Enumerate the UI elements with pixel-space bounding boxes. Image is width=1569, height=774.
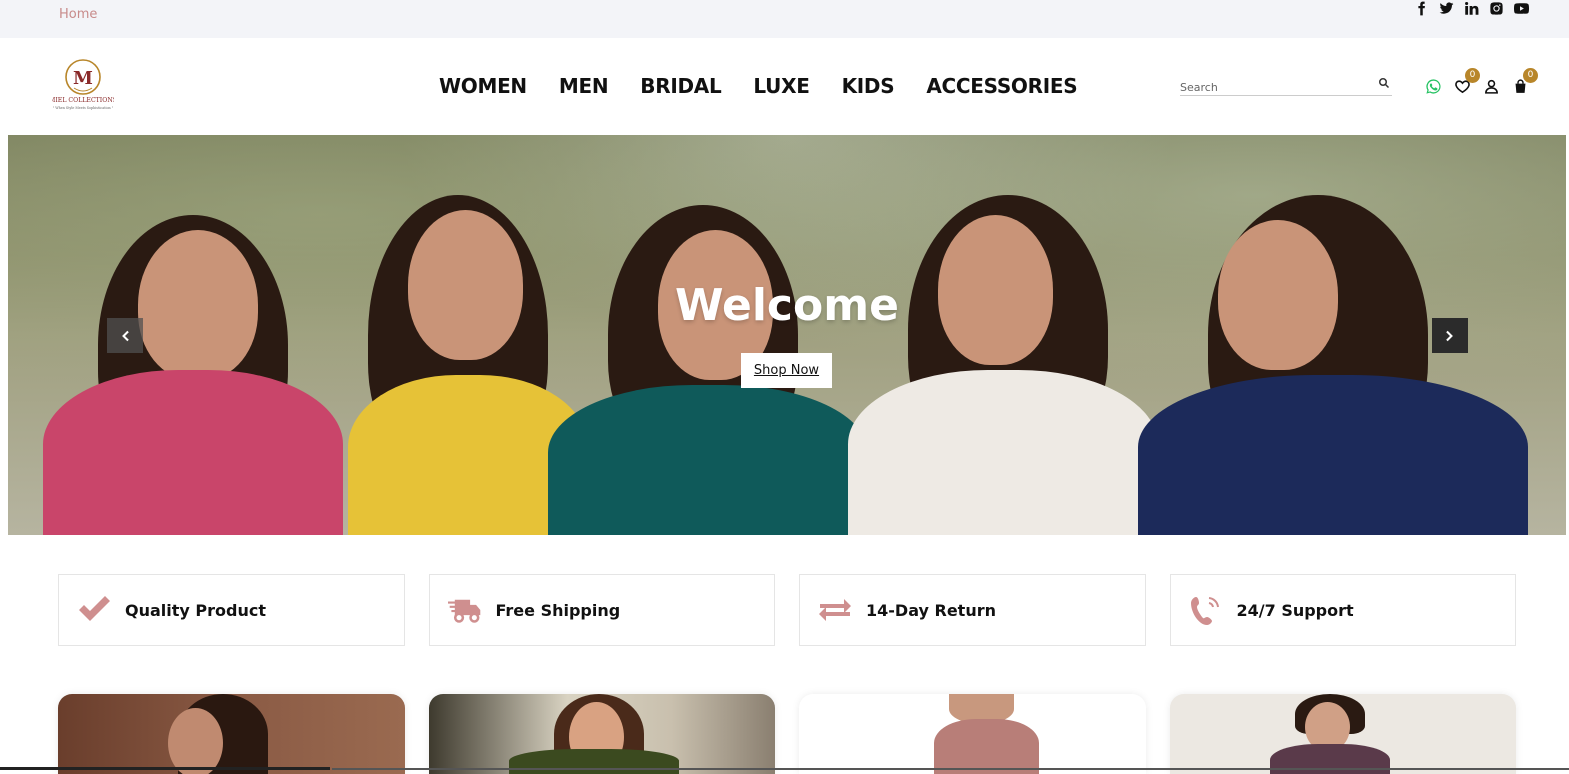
hero-title: Welcome <box>675 280 899 331</box>
search-icon[interactable] <box>1378 77 1390 89</box>
search-input[interactable] <box>1180 78 1370 97</box>
site-header: M MIEL COLLECTIONS " When Style Meets So… <box>0 38 1569 135</box>
user-icon[interactable] <box>1483 78 1500 95</box>
category-card[interactable] <box>799 694 1146 774</box>
search-box <box>1180 76 1392 97</box>
feature-return: 14-Day Return <box>799 574 1146 646</box>
chevron-left-icon <box>122 330 129 341</box>
brand-logo[interactable]: M MIEL COLLECTIONS " When Style Meets So… <box>49 58 117 114</box>
category-cards <box>58 694 1516 774</box>
truck-icon <box>447 599 480 623</box>
svg-text:" When Style Meets Sophisticat: " When Style Meets Sophistication " <box>53 106 114 110</box>
nav-luxe[interactable]: LUXE <box>753 74 809 98</box>
linkedin-icon[interactable] <box>1464 1 1479 16</box>
nav-men[interactable]: MEN <box>559 74 609 98</box>
category-card[interactable] <box>58 694 405 774</box>
carousel-prev-button[interactable] <box>107 318 143 353</box>
header-actions: 0 0 <box>1425 68 1538 95</box>
nav-accessories[interactable]: ACCESSORIES <box>926 74 1077 98</box>
nav-bridal[interactable]: BRIDAL <box>640 74 721 98</box>
features-row: Quality Product Free Shipping 14-Day Ret… <box>58 574 1516 646</box>
feature-label: Quality Product <box>125 600 266 620</box>
feature-label: Free Shipping <box>495 600 621 620</box>
cart-count-badge: 0 <box>1523 68 1538 83</box>
nav-women[interactable]: WOMEN <box>439 74 527 98</box>
nav-kids[interactable]: KIDS <box>842 74 895 98</box>
svg-text:M: M <box>73 68 93 89</box>
feature-support: 24/7 Support <box>1169 574 1516 646</box>
home-link[interactable]: Home <box>59 7 97 22</box>
twitter-icon[interactable] <box>1439 1 1454 16</box>
social-links <box>1414 0 1529 16</box>
whatsapp-icon[interactable] <box>1425 78 1442 95</box>
feature-shipping: Free Shipping <box>428 574 775 646</box>
cart-icon[interactable]: 0 <box>1512 68 1538 95</box>
phone-icon <box>1190 597 1219 625</box>
feature-quality: Quality Product <box>58 574 405 646</box>
top-bar: Home <box>0 0 1569 38</box>
chevron-right-icon <box>1446 330 1453 341</box>
svg-text:MIEL COLLECTIONS: MIEL COLLECTIONS <box>52 97 114 104</box>
instagram-icon[interactable] <box>1489 1 1504 16</box>
category-card[interactable] <box>428 694 775 774</box>
hero-banner: Welcome Shop Now <box>8 135 1566 535</box>
youtube-icon[interactable] <box>1514 1 1529 16</box>
shop-now-button[interactable]: Shop Now <box>741 353 832 388</box>
facebook-icon[interactable] <box>1414 1 1429 16</box>
category-card[interactable] <box>1169 694 1516 774</box>
check-icon <box>79 596 110 621</box>
feature-label: 14-Day Return <box>866 600 996 620</box>
wishlist-count-badge: 0 <box>1465 68 1480 83</box>
exchange-icon <box>819 599 851 621</box>
wishlist-icon[interactable]: 0 <box>1454 68 1480 95</box>
carousel-next-button[interactable] <box>1432 318 1468 353</box>
main-nav: WOMEN MEN BRIDAL LUXE KIDS ACCESSORIES <box>439 74 1078 98</box>
feature-label: 24/7 Support <box>1236 600 1354 620</box>
